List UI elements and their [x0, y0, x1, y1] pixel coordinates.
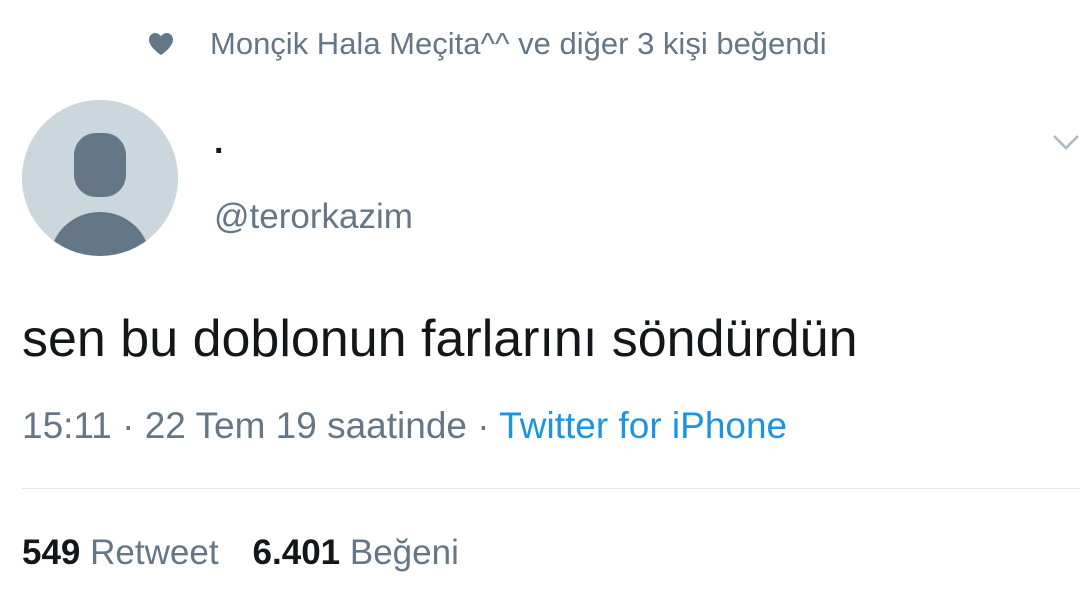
avatar[interactable]: [22, 100, 178, 256]
like-count: 6.401: [252, 533, 341, 572]
divider: [22, 488, 1080, 489]
retweet-stat[interactable]: 549 Retweet: [22, 530, 219, 576]
tweet-text: sen bu doblonun farlarını söndürdün: [22, 310, 858, 368]
display-name[interactable]: .: [214, 120, 223, 164]
user-handle[interactable]: @terorkazim: [214, 194, 413, 240]
chevron-down-icon[interactable]: [1052, 128, 1080, 156]
tweet-timestamp[interactable]: 15:11 · 22 Tem 19 saatinde ·: [22, 405, 499, 446]
retweet-count: 549: [22, 533, 81, 572]
heart-icon: [146, 29, 176, 59]
tweet-source-link[interactable]: Twitter for iPhone: [499, 405, 787, 446]
tweet-meta: 15:11 · 22 Tem 19 saatinde · Twitter for…: [22, 402, 787, 450]
tweet-detail: Monçik Hala Meçita^^ ve diğer 3 kişi beğ…: [0, 0, 1080, 614]
like-stat[interactable]: 6.401 Beğeni: [253, 530, 459, 576]
tweet-stats: 549 Retweet 6.401 Beğeni: [22, 530, 493, 576]
social-context: Monçik Hala Meçita^^ ve diğer 3 kişi beğ…: [146, 22, 827, 66]
liked-by-text[interactable]: Monçik Hala Meçita^^ ve diğer 3 kişi beğ…: [210, 26, 827, 62]
like-label: Beğeni: [349, 533, 459, 572]
default-avatar-icon: [22, 100, 178, 256]
retweet-label: Retweet: [90, 533, 219, 572]
